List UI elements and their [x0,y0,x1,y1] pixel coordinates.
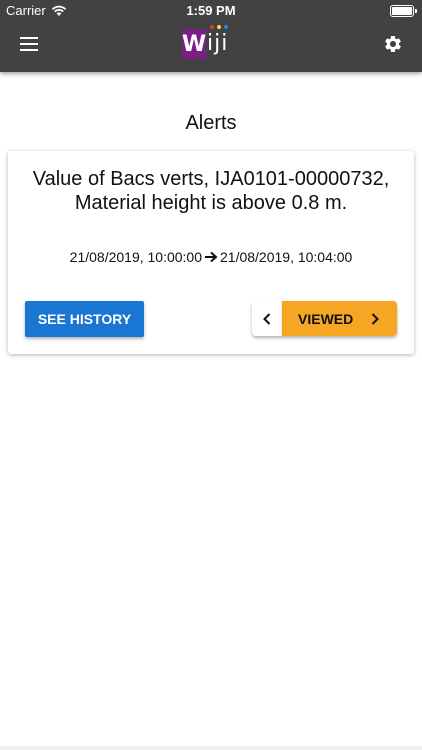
bottom-divider [0,746,422,750]
hamburger-menu-icon [20,37,38,51]
battery-level [392,7,412,15]
see-history-button[interactable]: SEE HISTORY [25,301,144,337]
next-state-button[interactable]: VIEWED [282,301,397,336]
settings-button[interactable] [378,30,408,58]
alert-state-control: VIEWED [252,301,397,336]
status-bar: Carrier 1:59 PM [0,0,422,22]
alert-time-range: 21/08/2019, 10:00:00 21/08/2019, 10:04:0… [8,249,414,265]
chevron-left-icon [262,312,270,325]
alert-title: Value of Bacs verts, IJA0101-00000732, M… [32,168,390,214]
alerts-screen: Carrier 1:59 PM W iji Alerts Value of Ba… [0,0,422,750]
wiji-logo: W iji [182,25,242,65]
alert-card: Value of Bacs verts, IJA0101-00000732, M… [8,151,414,354]
app-header: Carrier 1:59 PM W iji [0,0,422,72]
previous-state-button[interactable] [252,301,282,336]
logo-wordmark: iji [207,31,229,56]
logo-mark: W [182,29,206,59]
page-title: Alerts [185,112,237,134]
battery-icon [390,5,417,17]
arrow-right-icon [205,251,218,263]
menu-button[interactable] [14,30,44,58]
status-time: 1:59 PM [186,3,236,18]
logo-dots [210,25,228,29]
alert-end-time: 21/08/2019, 10:04:00 [220,249,353,265]
alert-start-time: 21/08/2019, 10:00:00 [69,249,202,265]
gear-icon [385,35,401,52]
chevron-right-icon [371,312,379,325]
state-label: VIEWED [298,310,354,327]
